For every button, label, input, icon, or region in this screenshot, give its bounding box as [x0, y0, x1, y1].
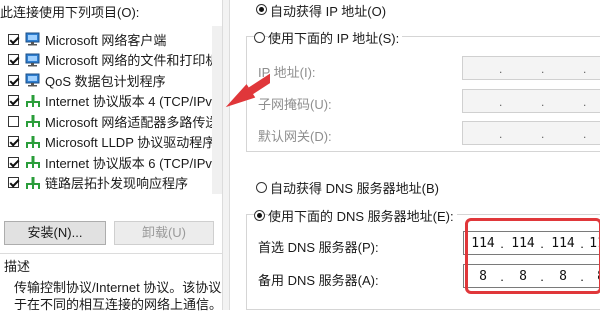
subnet-mask-input[interactable]: . . .	[462, 89, 600, 113]
auto-dns-label[interactable]: 自动获得 DNS 服务器地址(B)	[270, 178, 439, 197]
dns-highlight-box	[465, 218, 600, 294]
list-item[interactable]: Internet 协议版本 6 (TCP/IPv6)	[8, 152, 212, 172]
manual-dns-label[interactable]: 使用下面的 DNS 服务器地址(E):	[268, 206, 457, 225]
item-label: QoS 数据包计划程序	[45, 73, 166, 89]
auto-ip-radio[interactable]	[256, 4, 267, 15]
auto-dns-radio[interactable]	[256, 182, 267, 193]
protocol-icon	[25, 114, 41, 128]
network-client-icon	[25, 32, 41, 46]
red-arrow-icon	[225, 71, 270, 108]
install-button[interactable]: 安装(N)...	[4, 221, 106, 245]
list-item[interactable]: QoS 数据包计划程序	[8, 70, 166, 90]
item-checkbox[interactable]	[8, 177, 19, 188]
list-item[interactable]: Microsoft 网络的文件和打印机共	[8, 50, 212, 70]
item-label: Microsoft LLDP 协议驱动程序	[45, 135, 212, 150]
item-checkbox[interactable]	[8, 115, 19, 127]
list-scrollbar[interactable]	[212, 26, 222, 194]
protocol-icon	[25, 155, 41, 169]
item-label: Microsoft 网络适配器多路传送器	[45, 114, 212, 130]
ip-dot: .	[541, 127, 545, 141]
item-checkbox[interactable]	[8, 33, 19, 45]
item-label: Microsoft 网络客户端	[45, 32, 167, 48]
description-title: 描述	[4, 259, 31, 274]
manual-ip-label[interactable]: 使用下面的 IP 地址(S):	[268, 28, 403, 47]
item-checkbox[interactable]	[8, 136, 19, 147]
ip-dot: .	[541, 95, 545, 109]
uninstall-button[interactable]: 卸载(U)	[114, 221, 214, 245]
ip-dot: .	[583, 95, 587, 109]
default-gateway-input[interactable]: . . .	[462, 121, 600, 145]
list-item[interactable]: Internet 协议版本 4 (TCP/IPv4)	[8, 91, 212, 111]
ip-dot: .	[499, 62, 503, 76]
protocol-icon	[25, 94, 41, 108]
item-label: Internet 协议版本 4 (TCP/IPv4)	[45, 94, 212, 109]
list-item[interactable]: 链路层拓扑发现响应程序	[8, 173, 188, 193]
components-list: Microsoft 网络客户端 Microsoft 网络的文件和打印机共 QoS 数…	[0, 0, 212, 196]
item-label: 链路层拓扑发现响应程序	[45, 176, 189, 191]
manual-ip-radio[interactable]	[254, 32, 265, 43]
item-checkbox[interactable]	[8, 74, 19, 86]
alternate-dns-label: 备用 DNS 服务器(A):	[258, 273, 379, 288]
ip-address-input[interactable]: . . .	[462, 56, 600, 80]
item-label: Internet 协议版本 6 (TCP/IPv6)	[45, 155, 212, 171]
list-item[interactable]: Microsoft 网络适配器多路传送器	[8, 111, 212, 131]
auto-ip-label[interactable]: 自动获得 IP 地址(O)	[270, 1, 386, 20]
item-checkbox[interactable]	[8, 156, 19, 168]
list-item[interactable]: Microsoft 网络客户端	[8, 29, 166, 49]
default-gateway-label: 默认网关(D):	[258, 129, 332, 144]
protocol-icon	[25, 176, 41, 190]
ip-dot: .	[583, 127, 587, 141]
protocol-icon	[25, 135, 41, 149]
ip-dot: .	[499, 95, 503, 109]
description-line-2: 于在不同的相互连接的网络上通信。	[14, 297, 223, 312]
item-checkbox[interactable]	[8, 95, 19, 106]
item-checkbox[interactable]	[8, 54, 19, 65]
preferred-dns-label: 首选 DNS 服务器(P):	[258, 240, 379, 255]
ip-dot: .	[499, 127, 503, 141]
network-client-icon	[25, 53, 41, 67]
adapter-properties-panel: 此连接使用下列项目(O): Microsoft 网络客户端 Microsoft 网…	[0, 0, 234, 312]
item-label: Microsoft 网络的文件和打印机共	[45, 53, 212, 68]
network-client-icon	[25, 73, 41, 87]
ip-dot: .	[583, 62, 587, 76]
manual-dns-radio[interactable]	[254, 210, 265, 221]
list-item[interactable]: Microsoft LLDP 协议驱动程序	[8, 132, 212, 152]
window-divider	[222, 0, 230, 310]
ip-dot: .	[541, 62, 545, 76]
